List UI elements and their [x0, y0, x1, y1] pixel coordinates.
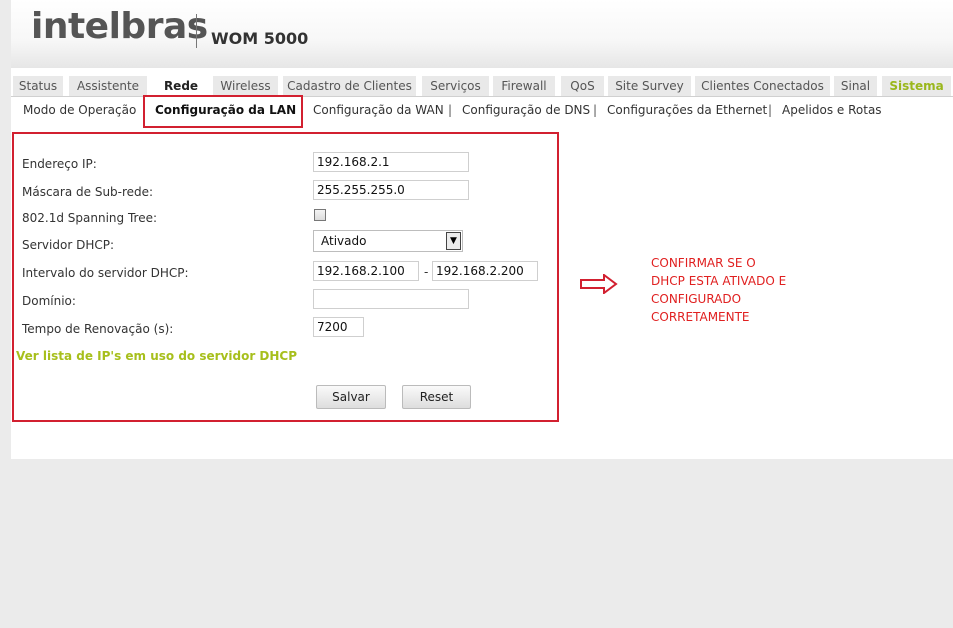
- tab-cadastro-de-clientes[interactable]: Cadastro de Clientes: [283, 76, 416, 96]
- highlight-box-lan-tab: [143, 95, 303, 128]
- dhcp-server-selected-value: Ativado: [321, 234, 367, 248]
- spanning-tree-checkbox[interactable]: [314, 209, 326, 221]
- ip-address-label: Endereço IP:: [22, 157, 97, 171]
- reset-button[interactable]: Reset: [402, 385, 471, 409]
- logo-divider: [196, 14, 197, 48]
- subnav-apelidos-rotas[interactable]: Apelidos e Rotas: [782, 103, 882, 117]
- dhcp-range-start-input[interactable]: 192.168.2.100: [313, 261, 419, 281]
- subnav-separator: |: [768, 103, 773, 117]
- dhcp-range-dash: -: [424, 265, 429, 279]
- dhcp-range-end-input[interactable]: 192.168.2.200: [432, 261, 538, 281]
- chevron-down-icon[interactable]: ▼: [446, 232, 461, 250]
- domain-label: Domínio:: [22, 294, 76, 308]
- domain-input[interactable]: [313, 289, 469, 309]
- dhcp-server-select[interactable]: Ativado ▼: [313, 230, 463, 252]
- tab-sinal[interactable]: Sinal: [834, 76, 877, 96]
- dhcp-leases-link[interactable]: Ver lista de IP's em uso do servidor DHC…: [16, 349, 297, 363]
- tab-rede[interactable]: Rede: [152, 76, 210, 96]
- subnav-separator: |: [448, 103, 453, 117]
- spanning-tree-label: 802.1d Spanning Tree:: [22, 211, 157, 225]
- subnet-mask-input[interactable]: 255.255.255.0: [313, 180, 469, 200]
- annotation-note: CONFIRMAR SE O DHCP ESTA ATIVADO E CONFI…: [651, 256, 787, 324]
- right-arrow-icon: [580, 274, 618, 294]
- ip-address-input[interactable]: 192.168.2.1: [313, 152, 469, 172]
- tab-sistema[interactable]: Sistema: [882, 76, 951, 96]
- lease-time-label: Tempo de Renovação (s):: [22, 322, 174, 336]
- tab-qos[interactable]: QoS: [561, 76, 604, 96]
- subnav-modo-de-operacao[interactable]: Modo de Operação: [23, 103, 136, 117]
- subnav-configuracao-wan[interactable]: Configuração da WAN: [313, 103, 444, 117]
- lease-time-input[interactable]: 7200: [313, 317, 364, 337]
- subnav-configuracoes-ethernet[interactable]: Configurações da Ethernet: [607, 103, 767, 117]
- tab-firewall[interactable]: Firewall: [493, 76, 555, 96]
- header: intelbras WOM 5000: [11, 0, 953, 68]
- tab-clientes-conectados[interactable]: Clientes Conectados: [695, 76, 830, 96]
- save-button[interactable]: Salvar: [316, 385, 386, 409]
- main-tabs: Status Assistente Rede Wireless Cadastro…: [13, 76, 953, 96]
- intelbras-logo: intelbras: [31, 6, 208, 47]
- tab-status[interactable]: Status: [13, 76, 63, 96]
- tab-assistente[interactable]: Assistente: [69, 76, 147, 96]
- device-model: WOM 5000: [211, 29, 309, 48]
- subnet-mask-label: Máscara de Sub-rede:: [22, 185, 154, 199]
- subnav-configuracao-dns[interactable]: Configuração de DNS: [462, 103, 590, 117]
- dhcp-range-label: Intervalo do servidor DHCP:: [22, 266, 189, 280]
- subnav-separator: |: [593, 103, 598, 117]
- tab-servicos[interactable]: Serviços: [422, 76, 489, 96]
- dhcp-server-label: Servidor DHCP:: [22, 238, 114, 252]
- tab-site-survey[interactable]: Site Survey: [608, 76, 691, 96]
- tab-wireless[interactable]: Wireless: [213, 76, 278, 96]
